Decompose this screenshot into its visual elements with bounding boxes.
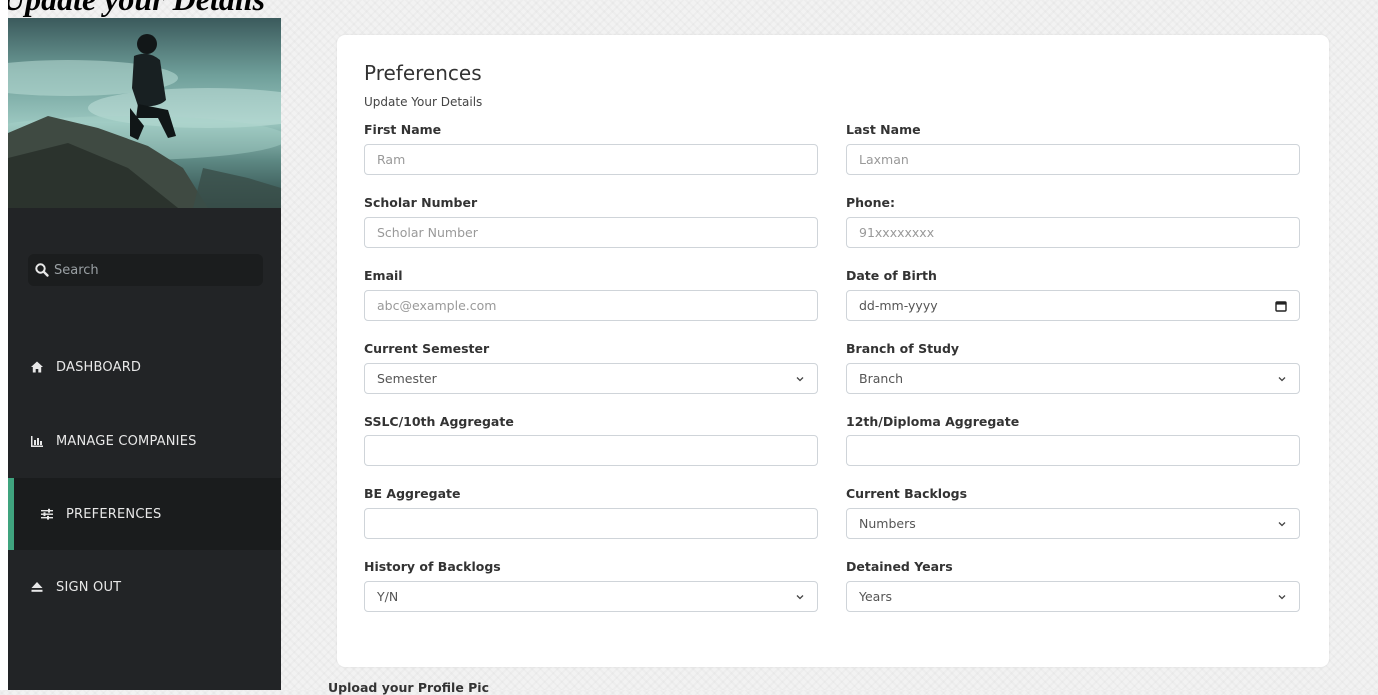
search-icon [35,263,49,277]
left-margin [0,0,8,690]
email-placeholder: abc@example.com [377,298,497,313]
sidebar-item-dashboard[interactable]: DASHBOARD [8,331,281,403]
detained-select[interactable]: Years [846,581,1300,612]
chevron-down-icon [1278,521,1286,526]
dob-value: dd-mm-yyyy [859,298,938,313]
be-field[interactable] [364,508,818,539]
chevron-down-icon [1278,376,1286,381]
sslc-field[interactable] [364,435,818,466]
dob-label: Date of Birth [846,268,937,283]
sidebar-item-label: PREFERENCES [66,506,162,522]
search-box[interactable]: Search [28,254,263,286]
branch-select[interactable]: Branch [846,363,1300,394]
last-name-label: Last Name [846,122,921,137]
scholar-number-placeholder: Scholar Number [377,225,478,240]
sidebar-item-label: DASHBOARD [56,359,142,375]
semester-value: Semester [377,371,437,386]
card-subtitle: Update Your Details [364,95,483,109]
first-name-label: First Name [364,122,442,137]
semester-select[interactable]: Semester [364,363,818,394]
bar-chart-icon [31,436,43,447]
history-value: Y/N [377,589,399,604]
upload-profile-pic-label: Upload your Profile Pic [328,680,490,695]
diploma-label: 12th/Diploma Aggregate [846,414,1020,429]
last-name-placeholder: Laxman [859,152,909,167]
sidebar-item-label: MANAGE COMPANIES [56,433,197,449]
detained-value: Years [859,589,892,604]
chevron-down-icon [796,594,804,599]
card-title: Preferences [364,61,482,85]
chevron-down-icon [1278,594,1286,599]
dob-field[interactable]: dd-mm-yyyy [846,290,1300,321]
backlogs-label: Current Backlogs [846,486,968,501]
first-name-field[interactable]: Ram [364,144,818,175]
preferences-card: Preferences Update Your Details First Na… [337,35,1329,667]
history-select[interactable]: Y/N [364,581,818,612]
home-icon [31,361,43,373]
eject-icon [31,582,43,592]
sidebar-hero-image [8,18,281,208]
detained-label: Detained Years [846,559,953,574]
sidebar-item-preferences[interactable]: PREFERENCES [8,478,281,550]
last-name-field[interactable]: Laxman [846,144,1300,175]
first-name-placeholder: Ram [377,152,406,167]
semester-label: Current Semester [364,341,490,356]
sidebar-item-sign-out[interactable]: SIGN OUT [8,551,281,623]
sslc-label: SSLC/10th Aggregate [364,414,514,429]
sidebar-item-label: SIGN OUT [56,579,122,595]
email-field[interactable]: abc@example.com [364,290,818,321]
phone-label: Phone: [846,195,896,210]
search-placeholder: Search [54,262,99,278]
page-heading: Update your Details [2,0,265,18]
sidebar-item-manage-companies[interactable]: MANAGE COMPANIES [8,405,281,477]
backlogs-value: Numbers [859,516,916,531]
phone-field[interactable]: 91xxxxxxxx [846,217,1300,248]
history-label: History of Backlogs [364,559,501,574]
be-label: BE Aggregate [364,486,461,501]
branch-label: Branch of Study [846,341,960,356]
chevron-down-icon [796,376,804,381]
branch-value: Branch [859,371,904,386]
email-label: Email [364,268,403,283]
sidebar: Search DASHBOARD MANAGE COMPANIES PREFER… [8,18,281,690]
scholar-number-field[interactable]: Scholar Number [364,217,818,248]
scholar-number-label: Scholar Number [364,195,478,210]
diploma-field[interactable] [846,435,1300,466]
calendar-icon[interactable] [1275,300,1287,312]
backlogs-select[interactable]: Numbers [846,508,1300,539]
phone-placeholder: 91xxxxxxxx [859,225,935,240]
sliders-icon [41,508,53,520]
